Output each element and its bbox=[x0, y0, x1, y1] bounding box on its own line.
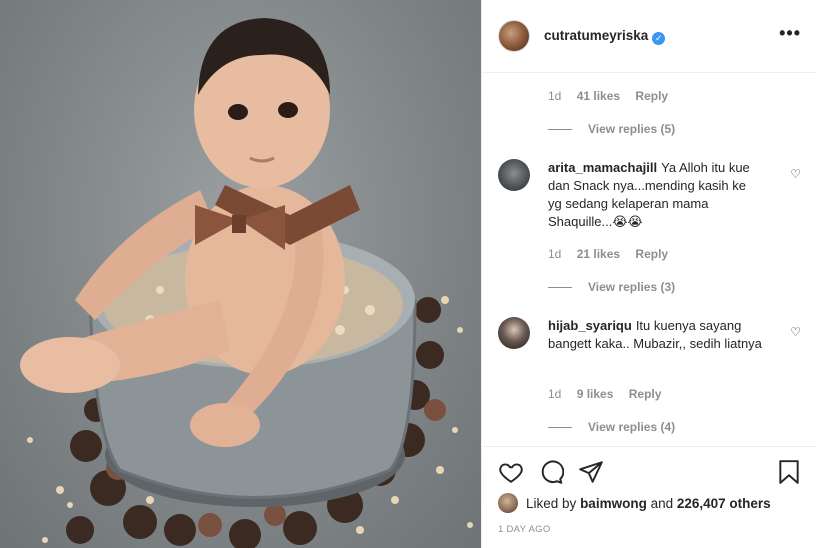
comment-age: 1d bbox=[548, 247, 562, 261]
comment-item: arita_mamachajill Ya Alloh itu kue dan Sn… bbox=[498, 159, 801, 231]
comment-likes-count[interactable]: 9 likes bbox=[577, 387, 614, 401]
view-replies-label[interactable]: View replies (5) bbox=[588, 122, 675, 136]
view-replies-line bbox=[548, 426, 572, 428]
verified-badge-icon: ✓ bbox=[652, 31, 666, 45]
comment-meta: 1d 9 likes Reply bbox=[548, 387, 661, 401]
comment-reply-button[interactable]: Reply bbox=[629, 387, 662, 401]
post-photo[interactable] bbox=[0, 0, 481, 548]
comment-reply-button[interactable]: Reply bbox=[635, 247, 668, 261]
likes-others-count[interactable]: 226,407 others bbox=[677, 496, 771, 511]
view-replies-line bbox=[548, 128, 572, 130]
comment-likes-count[interactable]: 21 likes bbox=[577, 247, 620, 261]
comments-list: 1d 41 likes Reply View replies (5) arita… bbox=[482, 73, 816, 445]
commenter-avatar[interactable] bbox=[498, 159, 530, 191]
post-header: cutratumeyriska ✓ ••• bbox=[482, 0, 816, 73]
more-options-icon[interactable]: ••• bbox=[779, 24, 801, 42]
baby-bath-photo-illustration bbox=[20, 18, 473, 548]
view-replies-button[interactable]: View replies (5) bbox=[548, 122, 675, 136]
comment-age: 1d bbox=[548, 387, 562, 401]
view-replies-line bbox=[548, 286, 572, 288]
share-paper-plane-icon[interactable] bbox=[578, 459, 604, 485]
view-replies-button[interactable]: View replies (3) bbox=[548, 280, 675, 294]
liked-by-username[interactable]: baimwong bbox=[580, 496, 647, 511]
commenter-avatar[interactable] bbox=[498, 317, 530, 349]
liker-avatar[interactable] bbox=[498, 493, 518, 513]
liked-by-and: and bbox=[650, 495, 674, 511]
comment-body: arita_mamachajill Ya Alloh itu kue dan Sn… bbox=[548, 159, 762, 231]
liked-by-prefix: Liked by bbox=[526, 495, 577, 511]
comment-item: hijab_syariqu Itu kuenya sayang bangett k… bbox=[498, 317, 801, 353]
commenter-username[interactable]: arita_mamachajill bbox=[548, 160, 657, 175]
like-comment-heart-icon[interactable]: ♡ bbox=[790, 325, 801, 339]
comment-reply-button[interactable]: Reply bbox=[635, 89, 668, 103]
like-comment-heart-icon[interactable]: ♡ bbox=[790, 167, 801, 181]
post-side-panel: cutratumeyriska ✓ ••• 1d 41 likes Reply V… bbox=[481, 0, 816, 548]
comment-likes-count[interactable]: 41 likes bbox=[577, 89, 620, 103]
commenter-username[interactable]: hijab_syariqu bbox=[548, 318, 632, 333]
author-username[interactable]: cutratumeyriska ✓ bbox=[544, 28, 666, 45]
view-replies-label[interactable]: View replies (4) bbox=[588, 420, 675, 434]
comment-bubble-icon[interactable] bbox=[538, 459, 564, 485]
author-avatar[interactable] bbox=[498, 20, 530, 52]
view-replies-button[interactable]: View replies (4) bbox=[548, 420, 675, 434]
comment-age: 1d bbox=[548, 89, 562, 103]
post-time-ago[interactable]: 1 DAY AGO bbox=[498, 524, 551, 535]
instagram-post: cutratumeyriska ✓ ••• 1d 41 likes Reply V… bbox=[0, 0, 816, 548]
bookmark-icon[interactable] bbox=[777, 459, 801, 485]
comment-meta: 1d 21 likes Reply bbox=[548, 247, 668, 261]
view-replies-label[interactable]: View replies (3) bbox=[588, 280, 675, 294]
comment-meta: 1d 41 likes Reply bbox=[548, 89, 668, 103]
author-username-text[interactable]: cutratumeyriska bbox=[544, 28, 648, 43]
post-actions: Liked by baimwong and 226,407 others 1 D… bbox=[482, 446, 816, 535]
like-heart-icon[interactable] bbox=[498, 459, 524, 485]
comment-body: hijab_syariqu Itu kuenya sayang bangett k… bbox=[548, 317, 762, 353]
action-icons-row bbox=[498, 459, 604, 485]
liked-by-summary: Liked by baimwong and 226,407 others bbox=[498, 493, 771, 513]
